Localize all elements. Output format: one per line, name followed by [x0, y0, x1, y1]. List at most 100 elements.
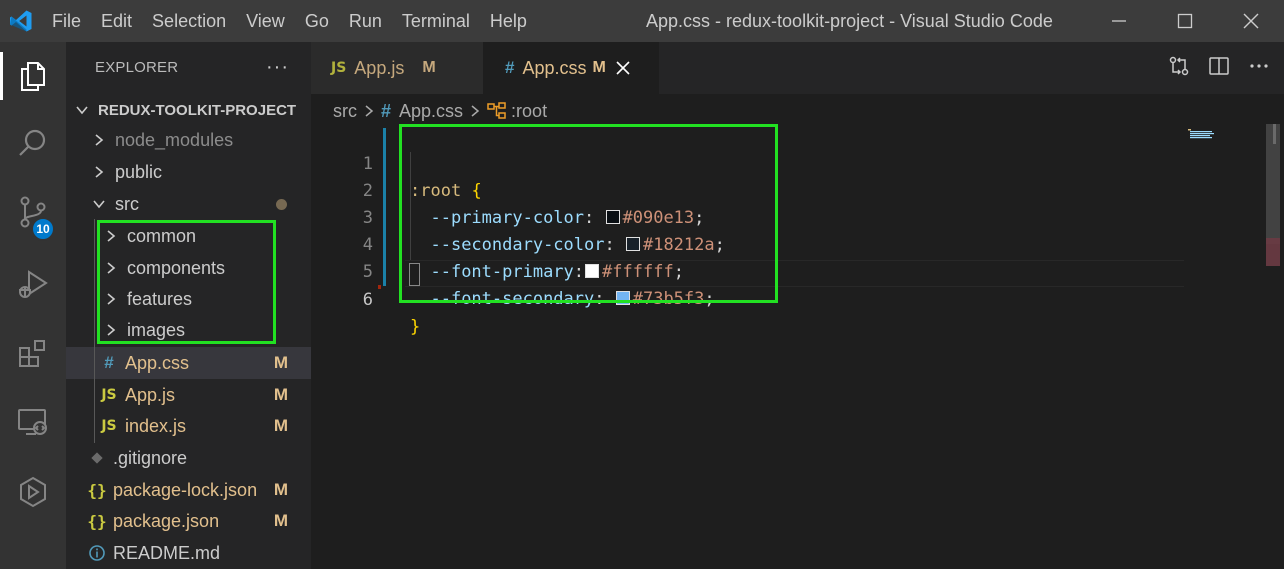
maximize-icon [1177, 13, 1193, 29]
modified-flag: M [592, 59, 606, 76]
menu-edit[interactable]: Edit [91, 0, 142, 42]
chevron-right-icon [363, 104, 375, 118]
modified-dot-icon [276, 198, 287, 210]
chevron-right-icon [91, 164, 107, 180]
tree-file-readme[interactable]: README.md [66, 537, 311, 569]
modified-flag: M [273, 480, 288, 499]
tree-file-app-css[interactable]: # App.css M [66, 347, 311, 379]
more-actions-icon[interactable] [1248, 55, 1270, 82]
tree-label: package-lock.json [113, 479, 258, 500]
docker-icon[interactable] [0, 462, 66, 522]
modified-flag: M [422, 59, 436, 76]
breadcrumb: src # App.css :root [333, 97, 547, 125]
menu-bar: File Edit Selection View Go Run Terminal… [42, 0, 537, 42]
menu-run[interactable]: Run [339, 0, 392, 42]
modified-flag: M [273, 511, 288, 530]
css-file-icon: # [505, 58, 515, 77]
overview-ruler-change [1266, 238, 1280, 266]
menu-view[interactable]: View [236, 0, 295, 42]
project-root[interactable]: REDUX-TOOLKIT-PROJECT [66, 94, 311, 126]
js-file-icon: JS [101, 418, 117, 434]
editor-actions [1168, 42, 1270, 94]
tab-label: App.css [522, 57, 587, 78]
indent-guide [94, 219, 95, 443]
more-actions-button[interactable]: ··· [266, 56, 289, 79]
minimap[interactable] [1188, 126, 1238, 139]
menu-go[interactable]: Go [295, 0, 339, 42]
search-icon[interactable] [0, 114, 66, 174]
tree-folder-public[interactable]: public [66, 156, 311, 188]
git-icon [87, 450, 107, 466]
project-root-label: REDUX-TOOLKIT-PROJECT [98, 101, 297, 119]
js-file-icon: JS [101, 387, 117, 403]
open-changes-icon[interactable] [1168, 55, 1190, 82]
source-control-badge: 10 [31, 217, 55, 241]
breadcrumb-symbol[interactable]: :root [511, 101, 547, 122]
menu-terminal[interactable]: Terminal [392, 0, 480, 42]
breadcrumb-file[interactable]: App.css [399, 101, 463, 122]
breadcrumb-folder[interactable]: src [333, 101, 357, 122]
tree-label: src [115, 193, 139, 214]
tab-label: App.js [354, 57, 405, 78]
json-file-icon: {} [87, 511, 107, 531]
minimize-icon [1112, 20, 1126, 22]
tree-label: index.js [125, 415, 187, 436]
css-file-icon: # [104, 353, 114, 372]
tree-file-app-js[interactable]: JS App.js M [66, 379, 311, 411]
remote-explorer-icon[interactable] [0, 392, 66, 452]
tree-label: App.js [125, 384, 176, 405]
tree-folder-src[interactable]: src [66, 188, 311, 220]
window-controls [1086, 0, 1284, 42]
close-tab-icon[interactable] [616, 61, 630, 75]
tree-file-package-lock[interactable]: {} package-lock.json M [66, 474, 311, 506]
chevron-down-icon [91, 196, 107, 212]
maximize-button[interactable] [1152, 0, 1218, 42]
vscode-logo-icon [0, 0, 42, 42]
tree-label: public [115, 161, 163, 182]
chevron-down-icon [74, 102, 90, 118]
close-icon [1243, 13, 1259, 29]
symbol-class-icon [487, 102, 507, 120]
overview-ruler-mark [1273, 124, 1276, 144]
tree-label: README.md [113, 542, 221, 563]
activity-bar: 10 [0, 42, 66, 569]
editor-area: JS App.js M # App.css M src # App.css:r… [311, 42, 1284, 569]
menu-help[interactable]: Help [480, 0, 537, 42]
js-file-icon: JS [331, 60, 347, 76]
modified-flag: M [273, 353, 288, 372]
tree-file-package-json[interactable]: {} package.json M [66, 505, 311, 537]
tree-label: node_modules [115, 129, 234, 150]
modified-flag: M [273, 416, 288, 435]
tree-file-gitignore[interactable]: .gitignore [66, 442, 311, 474]
title-bar: File Edit Selection View Go Run Terminal… [0, 0, 1284, 42]
close-window-button[interactable] [1218, 0, 1284, 42]
highlight-box-folders [97, 220, 276, 344]
tree-label: package.json [113, 510, 220, 531]
minimize-button[interactable] [1086, 0, 1152, 42]
modified-flag: M [273, 385, 288, 404]
explorer-title: EXPLORER [95, 58, 179, 76]
explorer-header: EXPLORER ··· [66, 42, 311, 92]
split-editor-icon[interactable] [1208, 55, 1230, 82]
highlight-box-code [399, 124, 778, 303]
chevron-right-icon [469, 104, 481, 118]
window-title: App.css - redux-toolkit-project - Visual… [646, 11, 1053, 31]
chevron-right-icon [91, 132, 107, 148]
code-text: } [410, 314, 420, 341]
explorer-icon[interactable] [0, 46, 66, 106]
tab-app-css[interactable]: # App.css M [483, 42, 659, 94]
menu-file[interactable]: File [42, 0, 91, 42]
info-icon [87, 544, 107, 562]
tab-app-js[interactable]: JS App.js M [311, 42, 483, 94]
tree-label: App.css [125, 352, 190, 373]
run-debug-icon[interactable] [0, 254, 66, 314]
tree-file-index-js[interactable]: JS index.js M [66, 410, 311, 442]
line-number: 6 [362, 290, 373, 310]
css-file-icon: # [381, 100, 392, 121]
menu-selection[interactable]: Selection [142, 0, 236, 42]
tab-bar: JS App.js M # App.css M [311, 42, 1284, 94]
close-brace: } [410, 317, 421, 337]
extensions-icon[interactable] [0, 324, 66, 384]
tree-folder-node-modules[interactable]: node_modules [66, 124, 311, 156]
tree-label: .gitignore [113, 447, 188, 468]
